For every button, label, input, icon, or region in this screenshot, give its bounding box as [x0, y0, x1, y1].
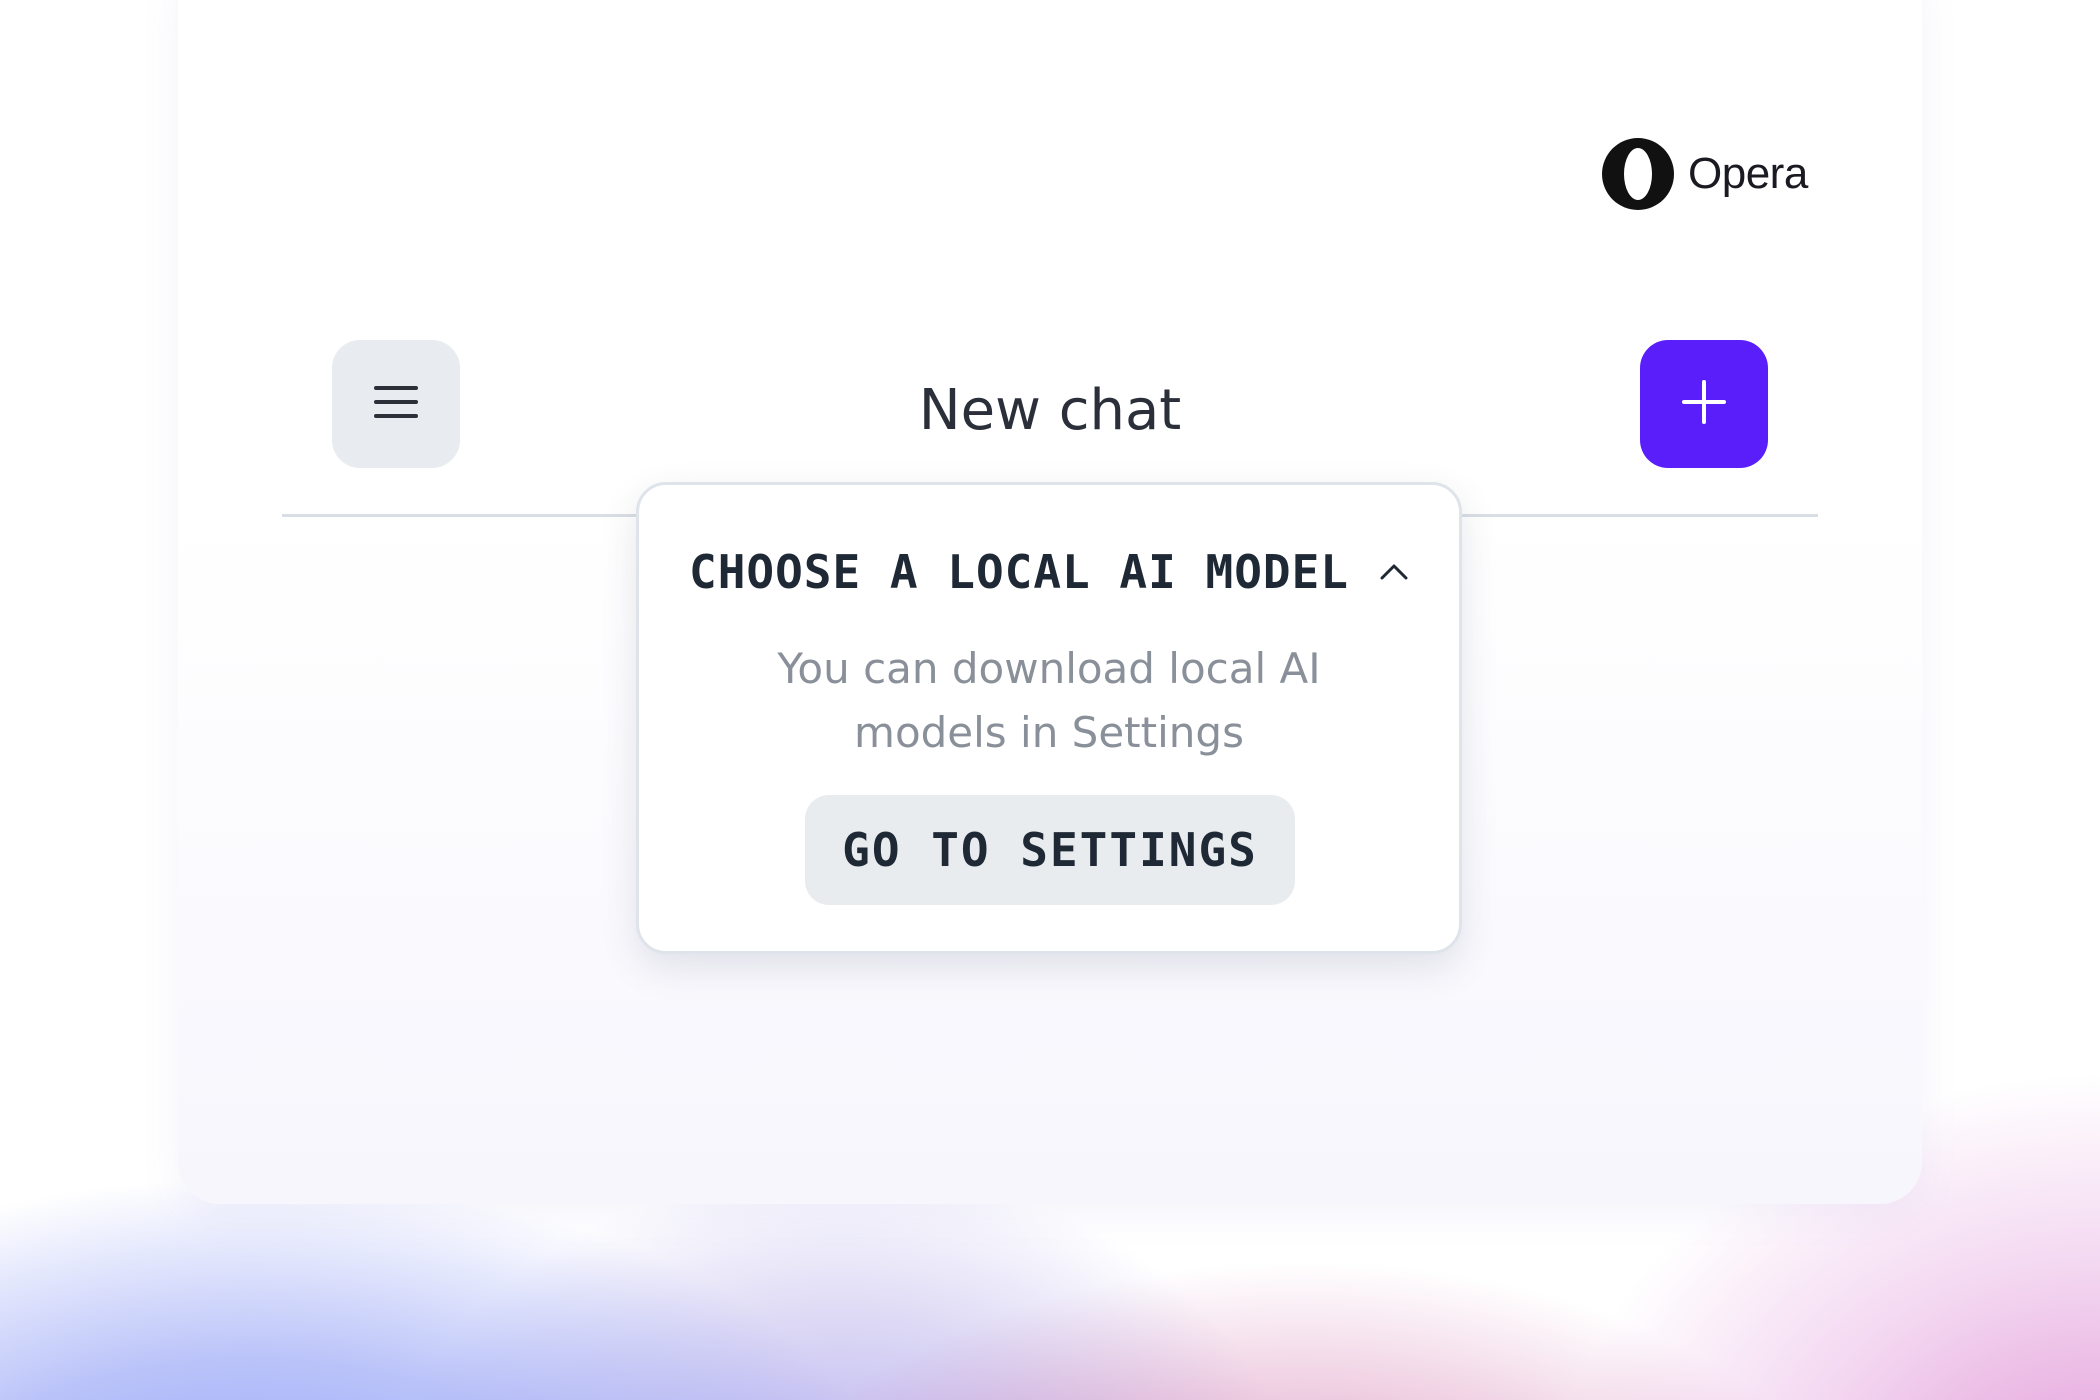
- model-picker-dropdown: CHOOSE A LOCAL AI MODEL You can download…: [636, 482, 1462, 954]
- message-line-2: models in Settings: [854, 708, 1244, 757]
- chevron-up-icon: [1379, 563, 1409, 581]
- brand-name: Opera: [1688, 149, 1808, 198]
- model-picker-title: CHOOSE A LOCAL AI MODEL: [689, 545, 1349, 599]
- message-line-1: You can download local AI: [777, 644, 1321, 693]
- hamburger-menu-icon: [374, 384, 418, 424]
- new-chat-button[interactable]: [1640, 340, 1768, 468]
- model-picker-toggle[interactable]: CHOOSE A LOCAL AI MODEL: [689, 545, 1409, 599]
- model-picker-message: You can download local AI models in Sett…: [639, 637, 1459, 765]
- go-to-settings-button[interactable]: GO TO SETTINGS: [805, 795, 1295, 905]
- plus-icon: [1682, 380, 1726, 428]
- menu-button[interactable]: [332, 340, 460, 468]
- page-title: New chat: [918, 378, 1182, 443]
- opera-logo-icon: [1600, 136, 1676, 212]
- brand-logo: Opera: [1600, 136, 1808, 212]
